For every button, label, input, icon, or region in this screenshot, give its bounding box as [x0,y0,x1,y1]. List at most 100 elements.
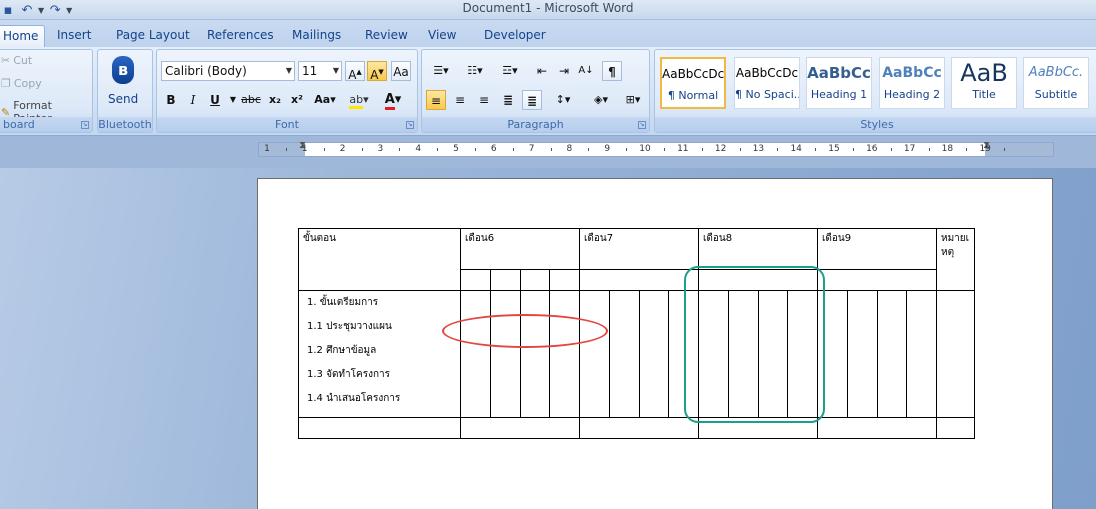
align-left-icon[interactable]: ≡ [426,90,446,110]
ruler-number: 18 [941,144,954,154]
tab-review[interactable]: Review [365,25,408,47]
justify-icon[interactable]: ≣ [498,90,518,110]
schedule-table[interactable]: ขั้นตอน เดือน6 เดือน7 เดือน8 เดือน9 หมาย… [298,228,975,439]
tab-insert[interactable]: Insert [57,25,91,47]
week-cell[interactable] [639,290,669,418]
tab-view[interactable]: View [428,25,456,47]
week-cell[interactable] [460,290,491,418]
horizontal-ruler[interactable]: ⧗ ⧗ 1 1 2 3 4 5 6 7 8 9 10 11 12 13 14 15 16 17 18 19 [258,140,1054,157]
remark-cell[interactable] [936,290,975,418]
bluetooth-icon[interactable]: ʙ [112,56,134,84]
styles-group: AaBbCcDc ¶ Normal AaBbCcDc ¶ No Spaci...… [654,49,1096,133]
font-color-icon[interactable]: A▾ [379,90,407,110]
week-cell[interactable] [906,290,937,418]
tab-references[interactable]: References [207,25,274,47]
subscript-icon[interactable]: x₂ [265,90,285,110]
highlight-icon[interactable]: ab▾ [345,90,373,110]
clipboard-launcher-icon[interactable]: ↘ [81,121,89,129]
week-cell[interactable] [579,290,610,418]
ruler-number: 19 [979,144,991,154]
font-size-combo[interactable]: 11 ▼ [298,61,342,81]
tab-page-layout[interactable]: Page Layout [116,25,190,47]
ruler-tick [1004,148,1006,151]
month-7-header[interactable]: เดือน7 [579,228,699,270]
week-cell[interactable] [877,290,907,418]
week-cell[interactable] [460,269,491,291]
week-cell[interactable] [490,269,521,291]
week-cell[interactable] [579,269,699,291]
steps-cell[interactable]: 1. ขั้นเตรียมการ 1.1 ประชุมวางแผน 1.2 ศึ… [298,290,461,418]
numbering-icon[interactable]: ☷▾ [460,61,490,81]
strikethrough-icon[interactable]: abc [241,90,261,110]
style-normal[interactable]: AaBbCcDc ¶ Normal [660,57,726,109]
underline-icon[interactable]: U [205,90,225,110]
ruler-number: 17 [903,144,916,154]
change-case-icon[interactable]: Aa▾ [311,90,339,110]
cut-label: Cut [13,54,33,67]
footer-cell[interactable] [936,417,975,439]
chevron-down-icon[interactable]: ▼ [286,62,292,80]
align-right-icon[interactable]: ≡ [474,90,494,110]
borders-icon[interactable]: ⊞▾ [620,90,646,110]
week-cell[interactable] [847,290,878,418]
week-cell[interactable] [520,269,550,291]
copy-button[interactable]: ❐ Copy [1,77,42,90]
style-no-spacing[interactable]: AaBbCcDc ¶ No Spaci... [734,57,800,109]
ruler-number: 14 [790,144,802,154]
paragraph-launcher-icon[interactable]: ↘ [638,121,646,129]
center-icon[interactable]: ≡ [450,90,470,110]
document-page[interactable]: ขั้นตอน เดือน6 เดือน7 เดือน8 เดือน9 หมาย… [257,178,1053,509]
underline-dropdown-icon[interactable]: ▼ [223,90,243,110]
shading-icon[interactable]: ◈▾ [586,90,616,110]
superscript-icon[interactable]: x² [287,90,307,110]
ruler-tick [701,148,703,151]
decrease-indent-icon[interactable]: ⇤ [532,61,552,81]
ribbon-tabs: Home Insert Page Layout References Maili… [0,20,1096,47]
style-subtitle[interactable]: AaBbCc. Subtitle [1023,57,1089,109]
italic-icon[interactable]: I [183,90,203,110]
footer-cell[interactable] [460,417,580,439]
sort-icon[interactable]: A↓ [576,61,596,81]
grow-font-icon[interactable]: A▲ [345,61,365,82]
show-formatting-marks-icon[interactable]: ¶ [602,61,622,81]
month-9-header[interactable]: เดือน9 [817,228,937,270]
week-cell[interactable] [609,290,640,418]
month-8-header[interactable]: เดือน8 [698,228,818,270]
distributed-icon[interactable]: ≣ [522,90,542,110]
style-heading-1[interactable]: AaBbCc Heading 1 [806,57,872,109]
chevron-down-icon[interactable]: ▼ [333,62,339,80]
week-cell[interactable] [520,290,550,418]
multilevel-list-icon[interactable]: ☲▾ [494,61,526,81]
bullets-icon[interactable]: ☰▾ [426,61,456,81]
week-cell[interactable] [549,269,580,291]
line-spacing-icon[interactable]: ↕▾ [548,90,578,110]
month-6-header[interactable]: เดือน6 [460,228,580,270]
clear-formatting-icon[interactable]: Aa [391,61,411,81]
shrink-font-icon[interactable]: A▼ [367,61,387,82]
ruler-number: 1 [301,144,308,154]
footer-cell[interactable] [817,417,937,439]
footer-cell[interactable] [579,417,699,439]
font-name-combo[interactable]: Calibri (Body) ▼ [161,61,295,81]
remark-header[interactable]: หมายเหตุ [936,228,975,291]
ruler-number: 6 [490,144,497,154]
week-cell[interactable] [549,290,580,418]
style-title[interactable]: AaB Title [951,57,1017,109]
paragraph-group: ☰▾ ☷▾ ☲▾ ⇤ ⇥ A↓ ¶ ≡ ≡ ≡ ≣ ≣ ↕▾ ◈▾ ⊞▾ Par… [421,49,650,133]
week-cell[interactable] [490,290,521,418]
font-launcher-icon[interactable]: ↘ [406,121,414,129]
style-sample: AaBbCc. [1028,65,1084,80]
style-heading-2[interactable]: AaBbCc Heading 2 [879,57,945,109]
bold-icon[interactable]: B [161,90,181,110]
week-cell[interactable] [817,269,937,291]
cut-button[interactable]: ✂ Cut [1,54,32,67]
send-button[interactable]: Send [108,92,138,106]
tab-developer[interactable]: Developer [484,25,546,47]
tab-home[interactable]: Home [0,25,46,47]
footer-cell[interactable] [298,417,461,439]
step-header-cell[interactable]: ขั้นตอน [298,228,461,291]
increase-indent-icon[interactable]: ⇥ [554,61,574,81]
tab-mailings[interactable]: Mailings [292,25,341,47]
step-item: 1. ขั้นเตรียมการ [307,297,379,308]
title-bar: ▪ ↶ ▼ ↷ ▼ Document1 - Microsoft Word [0,0,1096,20]
